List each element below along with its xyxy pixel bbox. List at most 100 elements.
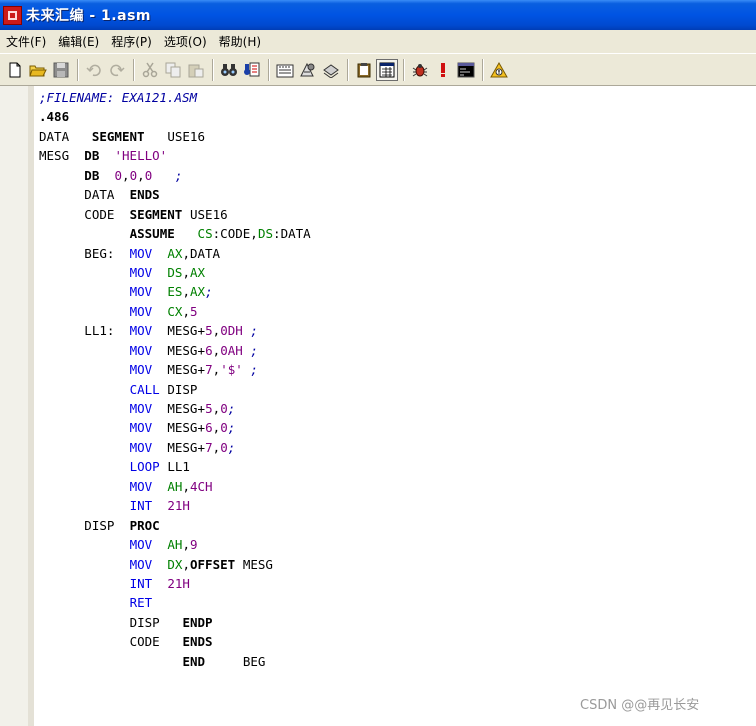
- code-token: MOV: [129, 439, 153, 455]
- code-editor[interactable]: ;FILENAME: EXA121.ASM .486 DATA SEGMENT USE1…: [0, 86, 756, 726]
- title-bar: 未来汇编 - 1.asm: [0, 0, 756, 30]
- code-token: LL1: [167, 459, 190, 475]
- menu-options[interactable]: 选项(O): [158, 33, 213, 50]
- menu-bar: 文件(F) 编辑(E) 程序(P) 选项(O) 帮助(H): [0, 30, 756, 53]
- undo-icon[interactable]: [83, 59, 105, 81]
- code-token: :CODE,: [212, 226, 258, 242]
- code-token: 0: [114, 167, 123, 183]
- code-token: MESG+: [167, 420, 205, 436]
- code-token: DX: [167, 556, 183, 572]
- code-token: 5: [190, 303, 198, 319]
- code-token: MOV: [129, 537, 153, 553]
- code-token: OFFSET: [190, 556, 236, 572]
- toolbar-separator: [482, 58, 484, 81]
- code-token: USE16: [190, 206, 228, 222]
- code-token: 0: [129, 167, 138, 183]
- code-token: ENDS: [129, 187, 160, 203]
- toolbar-separator: [133, 58, 135, 81]
- code-token: ;: [227, 420, 236, 436]
- menu-program[interactable]: 程序(P): [105, 33, 158, 50]
- code-token: ,: [182, 264, 190, 280]
- code-token: 5: [205, 323, 213, 339]
- code-token: :DATA: [273, 226, 311, 242]
- code-token: 0DH: [220, 323, 243, 339]
- code-token: 7: [205, 362, 213, 378]
- open-folder-icon[interactable]: [27, 59, 49, 81]
- link-icon[interactable]: [297, 59, 319, 81]
- code-token: AX: [190, 264, 206, 280]
- code-token: DISP: [129, 614, 160, 630]
- watermark-text: CSDN @@再见长安: [580, 698, 700, 713]
- menu-edit[interactable]: 编辑(E): [52, 33, 105, 50]
- code-token: AX: [167, 245, 183, 261]
- code-token: RET: [129, 595, 153, 611]
- code-token: ,: [212, 323, 221, 339]
- toolbar-separator: [77, 58, 79, 81]
- toolbar-separator: [403, 58, 405, 81]
- code-token: 21H: [167, 575, 190, 591]
- code-token: 6: [205, 342, 213, 358]
- debug-bug-icon[interactable]: [409, 59, 431, 81]
- code-token: DB: [84, 148, 100, 164]
- toolbar-separator: [347, 58, 349, 81]
- code-token: MESG+: [167, 401, 205, 416]
- code-token: MESG+: [167, 439, 205, 455]
- replace-icon[interactable]: [241, 59, 263, 81]
- code-token: SEGMENT: [91, 128, 145, 144]
- compile-icon[interactable]: [274, 59, 296, 81]
- code-token: 9: [190, 537, 198, 553]
- code-token: ENDP: [182, 614, 213, 630]
- redo-icon[interactable]: [106, 59, 128, 81]
- paste-icon[interactable]: [185, 59, 207, 81]
- save-disk-icon[interactable]: [50, 59, 72, 81]
- code-token: ,: [182, 478, 190, 494]
- code-token: AH: [167, 537, 183, 553]
- code-token: 6: [205, 420, 213, 436]
- code-token: CODE: [84, 206, 115, 222]
- register-window-icon[interactable]: [376, 58, 398, 81]
- toolbar-separator: [212, 58, 214, 81]
- code-token: PROC: [129, 517, 160, 533]
- code-token: ,: [182, 303, 190, 319]
- error-exclamation-icon[interactable]: [432, 59, 454, 81]
- code-token: DB: [84, 167, 100, 183]
- code-token: ,: [182, 556, 190, 572]
- toolbar: [0, 53, 756, 86]
- code-token: ;: [174, 167, 183, 183]
- code-token: ASSUME: [129, 226, 175, 242]
- build-icon[interactable]: [320, 59, 342, 81]
- code-token: ;FILENAME: EXA121.ASM: [39, 90, 198, 105]
- code-token: 0: [144, 167, 153, 183]
- code-token: 0: [220, 420, 228, 436]
- new-file-icon[interactable]: [4, 59, 26, 81]
- code-token: 7: [205, 439, 213, 455]
- code-token: ,: [212, 362, 221, 378]
- window-title: 未来汇编 - 1.asm: [26, 8, 151, 24]
- code-token: CX: [167, 303, 183, 319]
- code-token: AX: [190, 284, 206, 300]
- clipboard-icon[interactable]: [353, 59, 375, 81]
- code-token: MOV: [129, 401, 153, 416]
- code-token: LL1:: [84, 323, 115, 339]
- code-token: INT: [129, 575, 153, 591]
- toolbar-separator: [268, 58, 270, 81]
- code-token: CALL: [129, 381, 160, 397]
- code-token: ;: [205, 284, 213, 300]
- code-token: MOV: [129, 323, 153, 339]
- code-token: END: [182, 653, 206, 669]
- find-binoculars-icon[interactable]: [218, 59, 240, 81]
- code-token: USE16: [167, 128, 205, 144]
- cut-icon[interactable]: [139, 59, 161, 81]
- code-token: MOV: [129, 420, 153, 436]
- help-icon[interactable]: [488, 59, 510, 81]
- code-token: 0: [220, 401, 228, 416]
- copy-icon[interactable]: [162, 59, 184, 81]
- app-seal-icon: [3, 5, 22, 25]
- code-token: ;: [250, 362, 258, 378]
- code-token: AH: [167, 478, 183, 494]
- menu-help[interactable]: 帮助(H): [213, 33, 267, 50]
- console-icon[interactable]: [455, 59, 477, 81]
- menu-file[interactable]: 文件(F): [0, 33, 52, 50]
- code-token: CODE: [129, 634, 160, 650]
- code-token: DS: [257, 226, 273, 242]
